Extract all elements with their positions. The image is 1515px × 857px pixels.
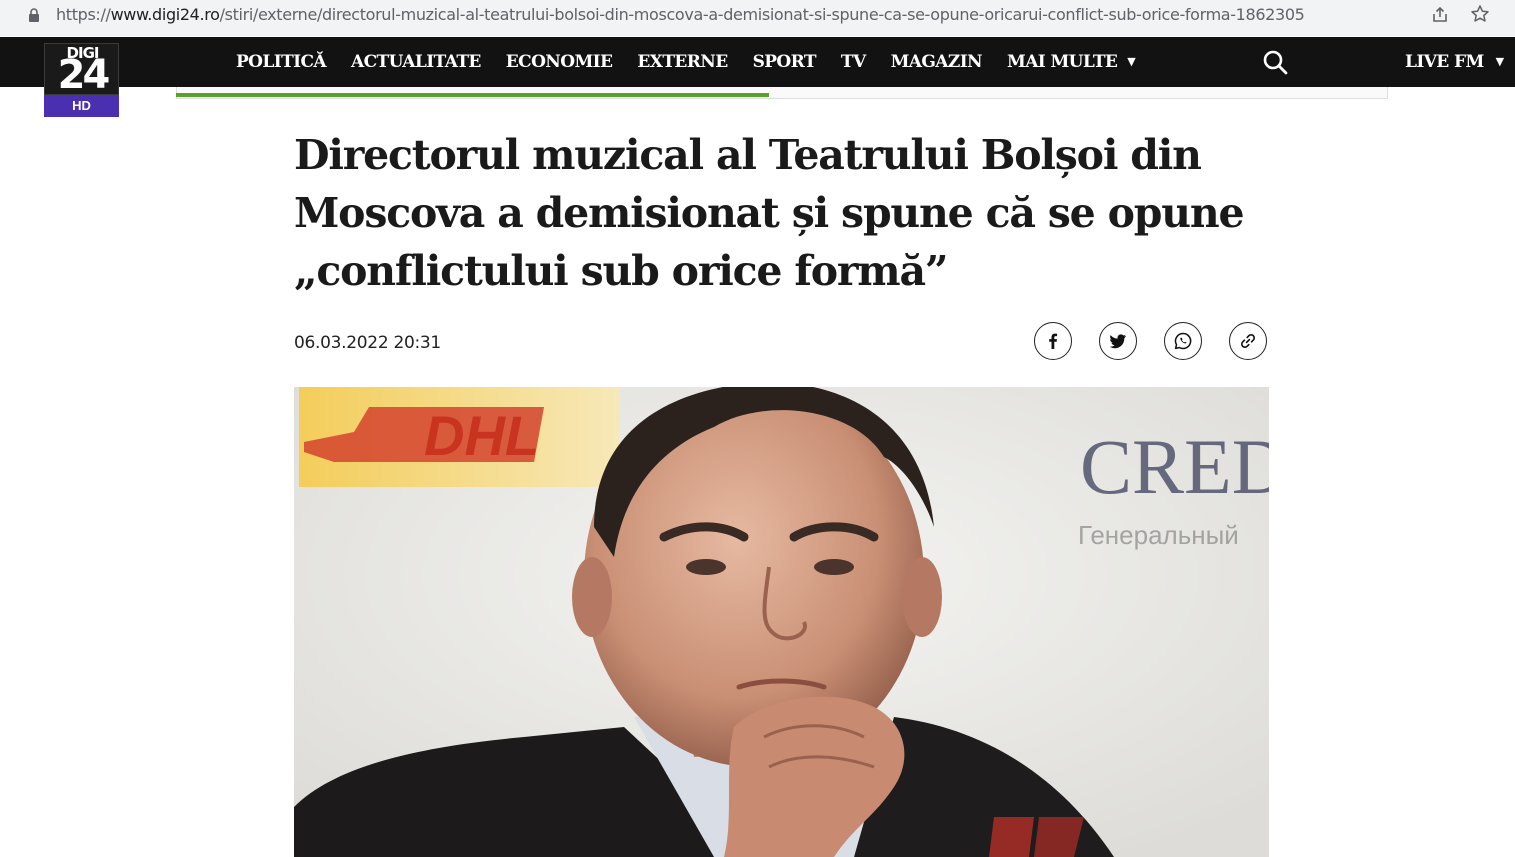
article-photo-image: DHL CRED Генеральный [294,387,1269,857]
caret-down-icon: ▼ [1495,55,1504,68]
article-date: 06.03.2022 20:31 [294,333,441,353]
share-twitter-button[interactable] [1099,322,1137,360]
logo-number: 24 [57,52,111,98]
nav-item-politica[interactable]: POLITICĂ [236,37,327,87]
nav-item-actualitate[interactable]: ACTUALITATE [351,37,481,87]
logo-hd-badge: HD [44,95,119,117]
nav-item-externe[interactable]: EXTERNE [637,37,728,87]
live-fm-label: LIVE FM [1405,52,1484,72]
digi24-logo[interactable]: DIGI 24 HD [44,43,119,117]
article-photo[interactable]: DHL CRED Генеральный [294,387,1269,857]
nav-item-sport[interactable]: SPORT [753,37,817,87]
nav-item-magazin[interactable]: MAGAZIN [891,37,983,87]
url-host: www.digi24.ro [110,5,220,24]
lock-icon[interactable] [28,8,40,22]
share-whatsapp-button[interactable] [1164,322,1202,360]
article-headline: Directorul muzical al Teatrului Bolșoi d… [294,131,1245,295]
live-fm-menu[interactable]: LIVE FM ▼ [1405,37,1504,87]
nav-item-mai-multe-label: MAI MULTE [1006,52,1118,72]
caret-down-icon: ▼ [1127,55,1136,68]
nav-item-tv[interactable]: TV [841,37,866,87]
url-text[interactable]: https://www.digi24.ro/stiri/externe/dire… [56,5,1305,24]
ad-progress-bar [176,93,769,97]
url-scheme: https:// [56,5,111,24]
whatsapp-icon [1174,332,1192,350]
link-icon [1241,334,1255,348]
nav-item-economie[interactable]: ECONOMIE [506,37,613,87]
dhl-banner-text: DHL [424,404,539,467]
share-page-icon[interactable] [1430,5,1450,25]
search-icon[interactable] [1262,49,1288,75]
omnibox[interactable]: https://www.digi24.ro/stiri/externe/dire… [6,0,1496,30]
credit-banner-text: CRED [1080,423,1269,510]
url-path: /stiri/externe/directorul-muzical-al-tea… [219,5,1305,24]
bookmark-star-icon[interactable] [1470,4,1490,24]
share-facebook-button[interactable] [1034,322,1072,360]
nav-item-mai-multe[interactable]: MAI MULTE ▼ [1006,37,1136,87]
logo-mark: DIGI 24 [44,43,119,98]
credit-banner-subtext: Генеральный [1078,520,1239,550]
twitter-icon [1109,334,1126,349]
copy-link-button[interactable] [1229,322,1267,360]
facebook-icon [1049,333,1058,349]
main-nav: POLITICĂ ACTUALITATE ECONOMIE EXTERNE SP… [236,37,1160,87]
browser-address-bar: https://www.digi24.ro/stiri/externe/dire… [0,0,1515,36]
